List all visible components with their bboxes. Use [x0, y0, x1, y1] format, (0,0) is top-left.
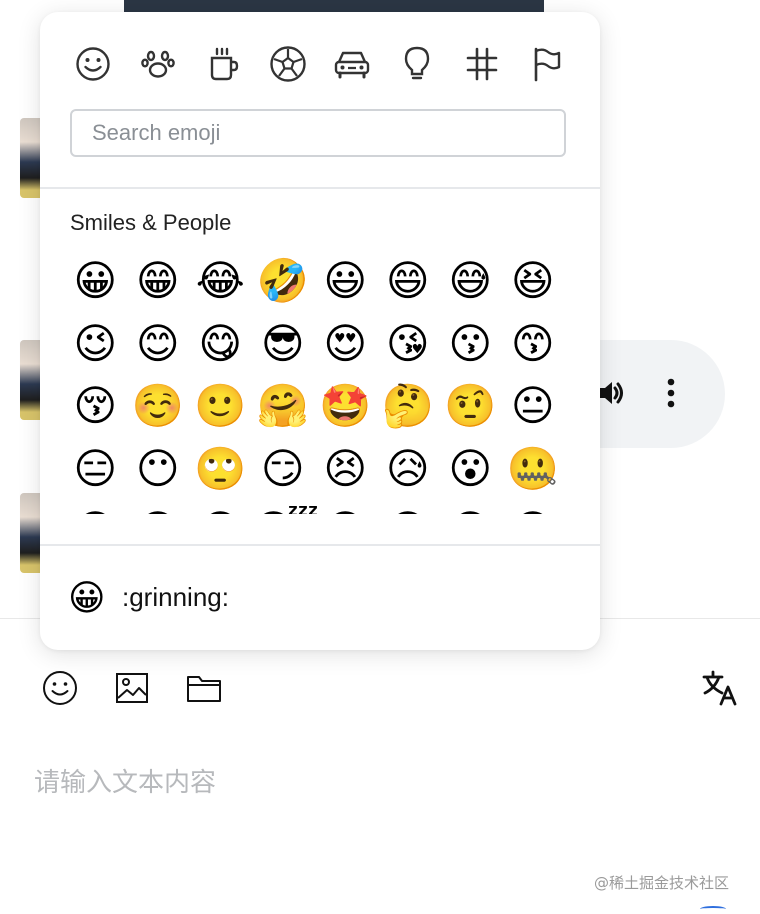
paw-icon	[141, 50, 175, 78]
emoji-item[interactable]: 😀	[64, 250, 127, 313]
send-indicator	[700, 906, 726, 912]
category-objects[interactable]	[388, 42, 446, 86]
speaker-icon[interactable]	[597, 378, 625, 412]
emoji-item[interactable]: 😫	[189, 500, 252, 514]
emoji-item[interactable]: 😁	[127, 250, 190, 313]
category-food[interactable]	[194, 42, 252, 86]
emoji-item[interactable]: 😙	[502, 313, 565, 376]
category-symbols[interactable]	[453, 42, 511, 86]
emoji-item[interactable]: 😣	[314, 438, 377, 501]
emoji-item[interactable]: 😥	[377, 438, 440, 501]
emoji-grid: 😀😁😂🤣😃😄😅😆 😉😊😋😎😍😘😗😙 😚☺️🙂🤗🤩🤔🤨😐 😑😶🙄😏😣😥😮🤐 😯😪😫😴😌😛😜…	[64, 250, 576, 514]
smiley-icon	[43, 671, 77, 705]
flag-icon	[534, 47, 561, 82]
emoji-item[interactable]: 😄	[377, 250, 440, 313]
image-upload-button[interactable]	[112, 668, 152, 708]
more-options-icon[interactable]	[667, 378, 675, 412]
emoji-item[interactable]: 😎	[252, 313, 315, 376]
divider	[40, 544, 600, 546]
emoji-item[interactable]: 😝	[502, 500, 565, 514]
emoji-item[interactable]: 🤐	[502, 438, 565, 501]
emoji-item[interactable]: 😆	[502, 250, 565, 313]
lightbulb-icon	[405, 46, 430, 80]
emoji-item[interactable]: 😏	[252, 438, 315, 501]
voice-message-bubble[interactable]	[585, 340, 725, 448]
message-image[interactable]	[124, 0, 544, 12]
emoji-item[interactable]: 🤔	[377, 375, 440, 438]
emoji-item[interactable]: 😅	[439, 250, 502, 313]
emoji-item[interactable]: 😗	[439, 313, 502, 376]
emoji-grid-scroll[interactable]: 😀😁😂🤣😃😄😅😆 😉😊😋😎😍😘😗😙 😚☺️🙂🤗🤩🤔🤨😐 😑😶🙄😏😣😥😮🤐 😯😪😫😴😌😛😜…	[64, 250, 576, 514]
emoji-item[interactable]: 😪	[127, 500, 190, 514]
image-icon	[116, 673, 148, 703]
emoji-item[interactable]: 😯	[64, 500, 127, 514]
emoji-preview: 😀	[68, 578, 106, 619]
emoji-item[interactable]: 😑	[64, 438, 127, 501]
emoji-item[interactable]: 🤗	[252, 375, 315, 438]
emoji-item[interactable]: 😂	[189, 250, 252, 313]
emoji-item[interactable]: 🤩	[314, 375, 377, 438]
car-icon	[335, 51, 370, 79]
emoji-button[interactable]	[40, 668, 80, 708]
folder-icon	[187, 676, 221, 702]
emoji-shortcode: :grinning:	[122, 582, 229, 612]
message-input[interactable]: 请输入文本内容	[34, 762, 216, 799]
emoji-item[interactable]: 😉	[64, 313, 127, 376]
translate-icon	[702, 670, 737, 706]
emoji-item[interactable]: 😊	[127, 313, 190, 376]
translate-button[interactable]	[700, 668, 740, 708]
emoji-item[interactable]: 😴	[252, 500, 319, 514]
emoji-item[interactable]: 😮	[439, 438, 502, 501]
file-upload-button[interactable]	[184, 668, 224, 708]
emoji-item[interactable]: 😚	[64, 375, 127, 438]
smiley-icon	[76, 47, 110, 81]
category-title: Smiles & People	[70, 210, 232, 235]
emoji-item[interactable]: 😃	[314, 250, 377, 313]
emoji-item[interactable]: 🤣	[252, 250, 315, 313]
emoji-picker: Smiles & People 😀😁😂🤣😃😄😅😆😉😊😋😎😍😘😗😙😚☺️🙂🤗🤩🤔🤨…	[40, 12, 600, 650]
category-animals[interactable]	[129, 42, 187, 86]
emoji-item[interactable]: 😋	[189, 313, 252, 376]
ball-icon	[269, 46, 306, 82]
category-travel[interactable]	[323, 42, 381, 86]
emoji-item[interactable]: 😜	[439, 500, 502, 514]
emoji-item[interactable]: 🤨	[439, 375, 502, 438]
emoji-item[interactable]: ☺️	[127, 375, 190, 438]
emoji-item[interactable]: 😘	[377, 313, 440, 376]
watermark: @稀土掘金技术社区	[594, 874, 730, 892]
emoji-item[interactable]: 🙂	[189, 375, 252, 438]
emoji-item[interactable]: 😌	[314, 500, 377, 514]
emoji-item[interactable]: 😛	[377, 500, 440, 514]
emoji-category-bar	[64, 42, 576, 86]
category-smileys[interactable]	[64, 42, 122, 86]
category-activity[interactable]	[259, 42, 317, 86]
emoji-item[interactable]: 🙄	[189, 438, 252, 501]
emoji-item[interactable]: 😶	[127, 438, 190, 501]
hash-icon	[466, 47, 498, 81]
category-flags[interactable]	[518, 42, 576, 86]
emoji-search-input[interactable]	[70, 109, 566, 157]
emoji-item[interactable]: 😐	[502, 375, 565, 438]
divider	[40, 187, 600, 189]
emoji-item[interactable]: 😍	[314, 313, 377, 376]
cup-icon	[210, 47, 238, 81]
